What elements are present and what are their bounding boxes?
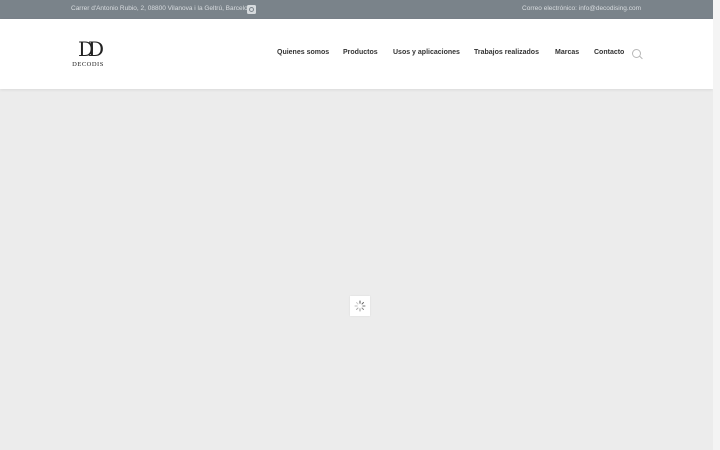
nav-item-productos[interactable]: Productos — [343, 49, 378, 56]
spinner-icon — [354, 300, 366, 312]
page-background: Carrer d'Antonio Rubio, 2, 08800 Vilanov… — [0, 0, 713, 450]
logo-mark: DD — [77, 37, 104, 61]
scrollbar[interactable] — [713, 0, 720, 450]
nav-item-usos-aplicaciones[interactable]: Usos y aplicaciones — [393, 49, 460, 56]
top-info-bar: Carrer d'Antonio Rubio, 2, 08800 Vilanov… — [0, 0, 713, 19]
instagram-icon[interactable] — [247, 5, 256, 14]
site-logo[interactable]: DD DECODIS — [71, 37, 105, 73]
site-header: DD DECODIS Quienes somos Productos Usos … — [0, 19, 713, 89]
email-link[interactable]: Correo electrónico: info@decodising.com — [522, 5, 641, 12]
nav-item-quienes-somos[interactable]: Quienes somos — [277, 49, 329, 56]
nav-item-marcas[interactable]: Marcas — [555, 49, 579, 56]
loading-box — [350, 296, 370, 316]
search-icon[interactable] — [632, 49, 641, 58]
address-text: Carrer d'Antonio Rubio, 2, 08800 Vilanov… — [71, 5, 255, 12]
logo-wordmark: DECODIS — [72, 61, 104, 68]
nav-item-contacto[interactable]: Contacto — [594, 49, 624, 56]
nav-item-trabajos-realizados[interactable]: Trabajos realizados — [474, 49, 539, 56]
